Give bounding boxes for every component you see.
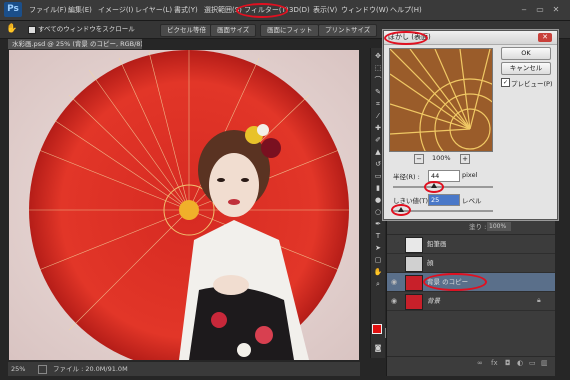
- radius-label: 半径(R) :: [393, 173, 420, 181]
- type-tool-icon[interactable]: T: [373, 232, 383, 241]
- menu-help[interactable]: ヘルプ(H): [390, 0, 422, 20]
- preview-pane[interactable]: [389, 48, 493, 152]
- gradient-tool-icon[interactable]: ▮: [373, 184, 383, 193]
- menu-3d[interactable]: 3D(D): [289, 0, 310, 20]
- move-tool-icon[interactable]: ✥: [373, 52, 383, 61]
- menu-layer[interactable]: レイヤー(L): [135, 0, 172, 20]
- surface-blur-dialog: ぼかし (表面) ✕ OK キャンセル ✓ プレビュー(P) − 100% + …: [383, 30, 558, 220]
- dodge-tool-icon[interactable]: ○: [373, 208, 383, 217]
- layer-visibility-toggle[interactable]: [391, 258, 401, 268]
- ok-button[interactable]: OK: [501, 47, 551, 60]
- brush-tool-icon[interactable]: ✐: [373, 136, 383, 145]
- scroll-all-checkbox[interactable]: [28, 26, 36, 34]
- minimize-icon[interactable]: ‒: [518, 4, 530, 15]
- radius-unit: pixel: [462, 171, 478, 179]
- lock-icon: 🔒︎: [537, 296, 541, 304]
- menu-bar: Ps ファイル(F) 編集(E) イメージ(I) レイヤー(L) 書式(Y) 選…: [0, 0, 570, 21]
- maximize-icon[interactable]: ▭: [534, 4, 546, 15]
- threshold-input[interactable]: 25: [428, 194, 460, 206]
- eye-icon[interactable]: ◉: [391, 277, 401, 287]
- crop-tool-icon[interactable]: ⌗: [373, 100, 383, 109]
- document-tab[interactable]: 水彩画.psd @ 25% (背景 のコピー, RGB/8) *: [8, 39, 142, 49]
- hand-tool-icon[interactable]: ✋: [6, 23, 18, 35]
- close-icon[interactable]: ✕: [550, 4, 562, 15]
- selected-layer-highlight: [423, 273, 487, 291]
- fill-value[interactable]: 100%: [487, 222, 511, 231]
- zoom-tool-icon[interactable]: ⌕: [373, 280, 383, 289]
- layers-panel-footer: ∞ fx ◘ ◐ ▭ ▥: [387, 356, 555, 371]
- fill-screen-button[interactable]: 画面にフィット: [260, 24, 320, 37]
- preview-image: [390, 49, 492, 151]
- lasso-tool-icon[interactable]: ⌒: [373, 76, 383, 85]
- zoom-in-icon[interactable]: +: [460, 154, 470, 164]
- fx-icon[interactable]: fx: [491, 359, 498, 367]
- cancel-button[interactable]: キャンセル: [501, 62, 551, 75]
- layer-thumbnail: [405, 256, 423, 272]
- eyedropper-tool-icon[interactable]: ⁄: [373, 112, 383, 121]
- mask-icon[interactable]: ◘: [505, 359, 511, 367]
- hand-tool-icon[interactable]: ✋: [373, 268, 383, 277]
- status-info-icon[interactable]: [38, 365, 47, 374]
- menu-window[interactable]: ウィンドウ(W): [341, 0, 388, 20]
- menu-edit[interactable]: 編集(E): [68, 0, 92, 20]
- dialog-title-bar[interactable]: ぼかし (表面) ✕: [384, 31, 557, 45]
- print-size-button[interactable]: プリントサイズ: [318, 24, 378, 37]
- path-select-tool-icon[interactable]: ➤: [373, 244, 383, 253]
- eye-icon[interactable]: ◉: [391, 296, 401, 306]
- layer-thumbnail: [405, 275, 423, 291]
- fill-label: 塗り :: [469, 223, 487, 231]
- layers-panel-header: 塗り : 100%: [387, 220, 555, 235]
- folder-icon[interactable]: ▭: [529, 359, 536, 367]
- filter-menu-highlight: [236, 3, 288, 18]
- link-icon[interactable]: ∞: [477, 359, 483, 367]
- history-brush-tool-icon[interactable]: ↺: [373, 160, 383, 169]
- dialog-title-highlight: [384, 31, 428, 45]
- preview-checkbox[interactable]: ✓: [501, 78, 510, 87]
- healing-tool-icon[interactable]: ✚: [373, 124, 383, 133]
- pen-tool-icon[interactable]: ✒: [373, 220, 383, 229]
- document-canvas[interactable]: [9, 50, 359, 360]
- layer-name: 鉛筆画: [427, 240, 447, 248]
- blur-tool-icon[interactable]: ●: [373, 196, 383, 205]
- layer-visibility-toggle[interactable]: [391, 239, 401, 249]
- menu-image[interactable]: イメージ(I): [98, 0, 133, 20]
- foreground-color-swatch[interactable]: [372, 324, 382, 334]
- eraser-tool-icon[interactable]: ▭: [373, 172, 383, 181]
- menu-file[interactable]: ファイル(F): [29, 0, 67, 20]
- layers-panel: 塗り : 100% 鉛筆画 顔 ◉ 背景 のコピー ◉ 背景 🔒︎ ∞ fx ◘…: [386, 220, 555, 376]
- actual-pixels-button[interactable]: ピクセル等倍: [160, 24, 213, 37]
- threshold-slider-highlight: [391, 204, 411, 216]
- radius-slider-highlight: [424, 181, 444, 193]
- layer-row[interactable]: 顔: [387, 254, 555, 273]
- zoom-out-icon[interactable]: −: [414, 154, 424, 164]
- close-icon[interactable]: ✕: [538, 33, 552, 42]
- shape-tool-icon[interactable]: ▢: [373, 256, 383, 265]
- layer-name: 背景: [427, 297, 440, 305]
- trash-icon[interactable]: ▥: [541, 359, 548, 367]
- quick-select-tool-icon[interactable]: ✎: [373, 88, 383, 97]
- marquee-tool-icon[interactable]: ⬚: [373, 64, 383, 73]
- layer-thumbnail: [405, 237, 423, 253]
- layer-name: 顔: [427, 259, 434, 267]
- threshold-unit: レベル: [462, 197, 482, 205]
- canvas-artwork: [9, 50, 359, 360]
- file-info: ファイル : 20.0M/91.0M: [53, 365, 128, 373]
- layer-row[interactable]: ◉ 背景 🔒︎: [387, 292, 555, 311]
- photoshop-logo: Ps: [4, 2, 22, 17]
- stamp-tool-icon[interactable]: ▲: [373, 148, 383, 157]
- menu-type[interactable]: 書式(Y): [174, 0, 198, 20]
- layer-thumbnail: [405, 294, 423, 310]
- layer-row[interactable]: 鉛筆画: [387, 235, 555, 254]
- layer-row-selected[interactable]: ◉ 背景 のコピー: [387, 273, 555, 292]
- adjustment-icon[interactable]: ◐: [517, 359, 523, 367]
- fit-screen-button[interactable]: 画面サイズ: [210, 24, 257, 37]
- preview-zoom-level: 100%: [432, 154, 451, 162]
- preview-label: プレビュー(P): [511, 80, 553, 88]
- status-bar: 25% ファイル : 20.0M/91.0M: [8, 362, 360, 376]
- quick-mask-icon[interactable]: ◙: [373, 344, 383, 353]
- menu-view[interactable]: 表示(V): [313, 0, 337, 20]
- scroll-all-label: すべてのウィンドウをスクロール: [38, 25, 135, 33]
- zoom-level[interactable]: 25%: [11, 362, 25, 376]
